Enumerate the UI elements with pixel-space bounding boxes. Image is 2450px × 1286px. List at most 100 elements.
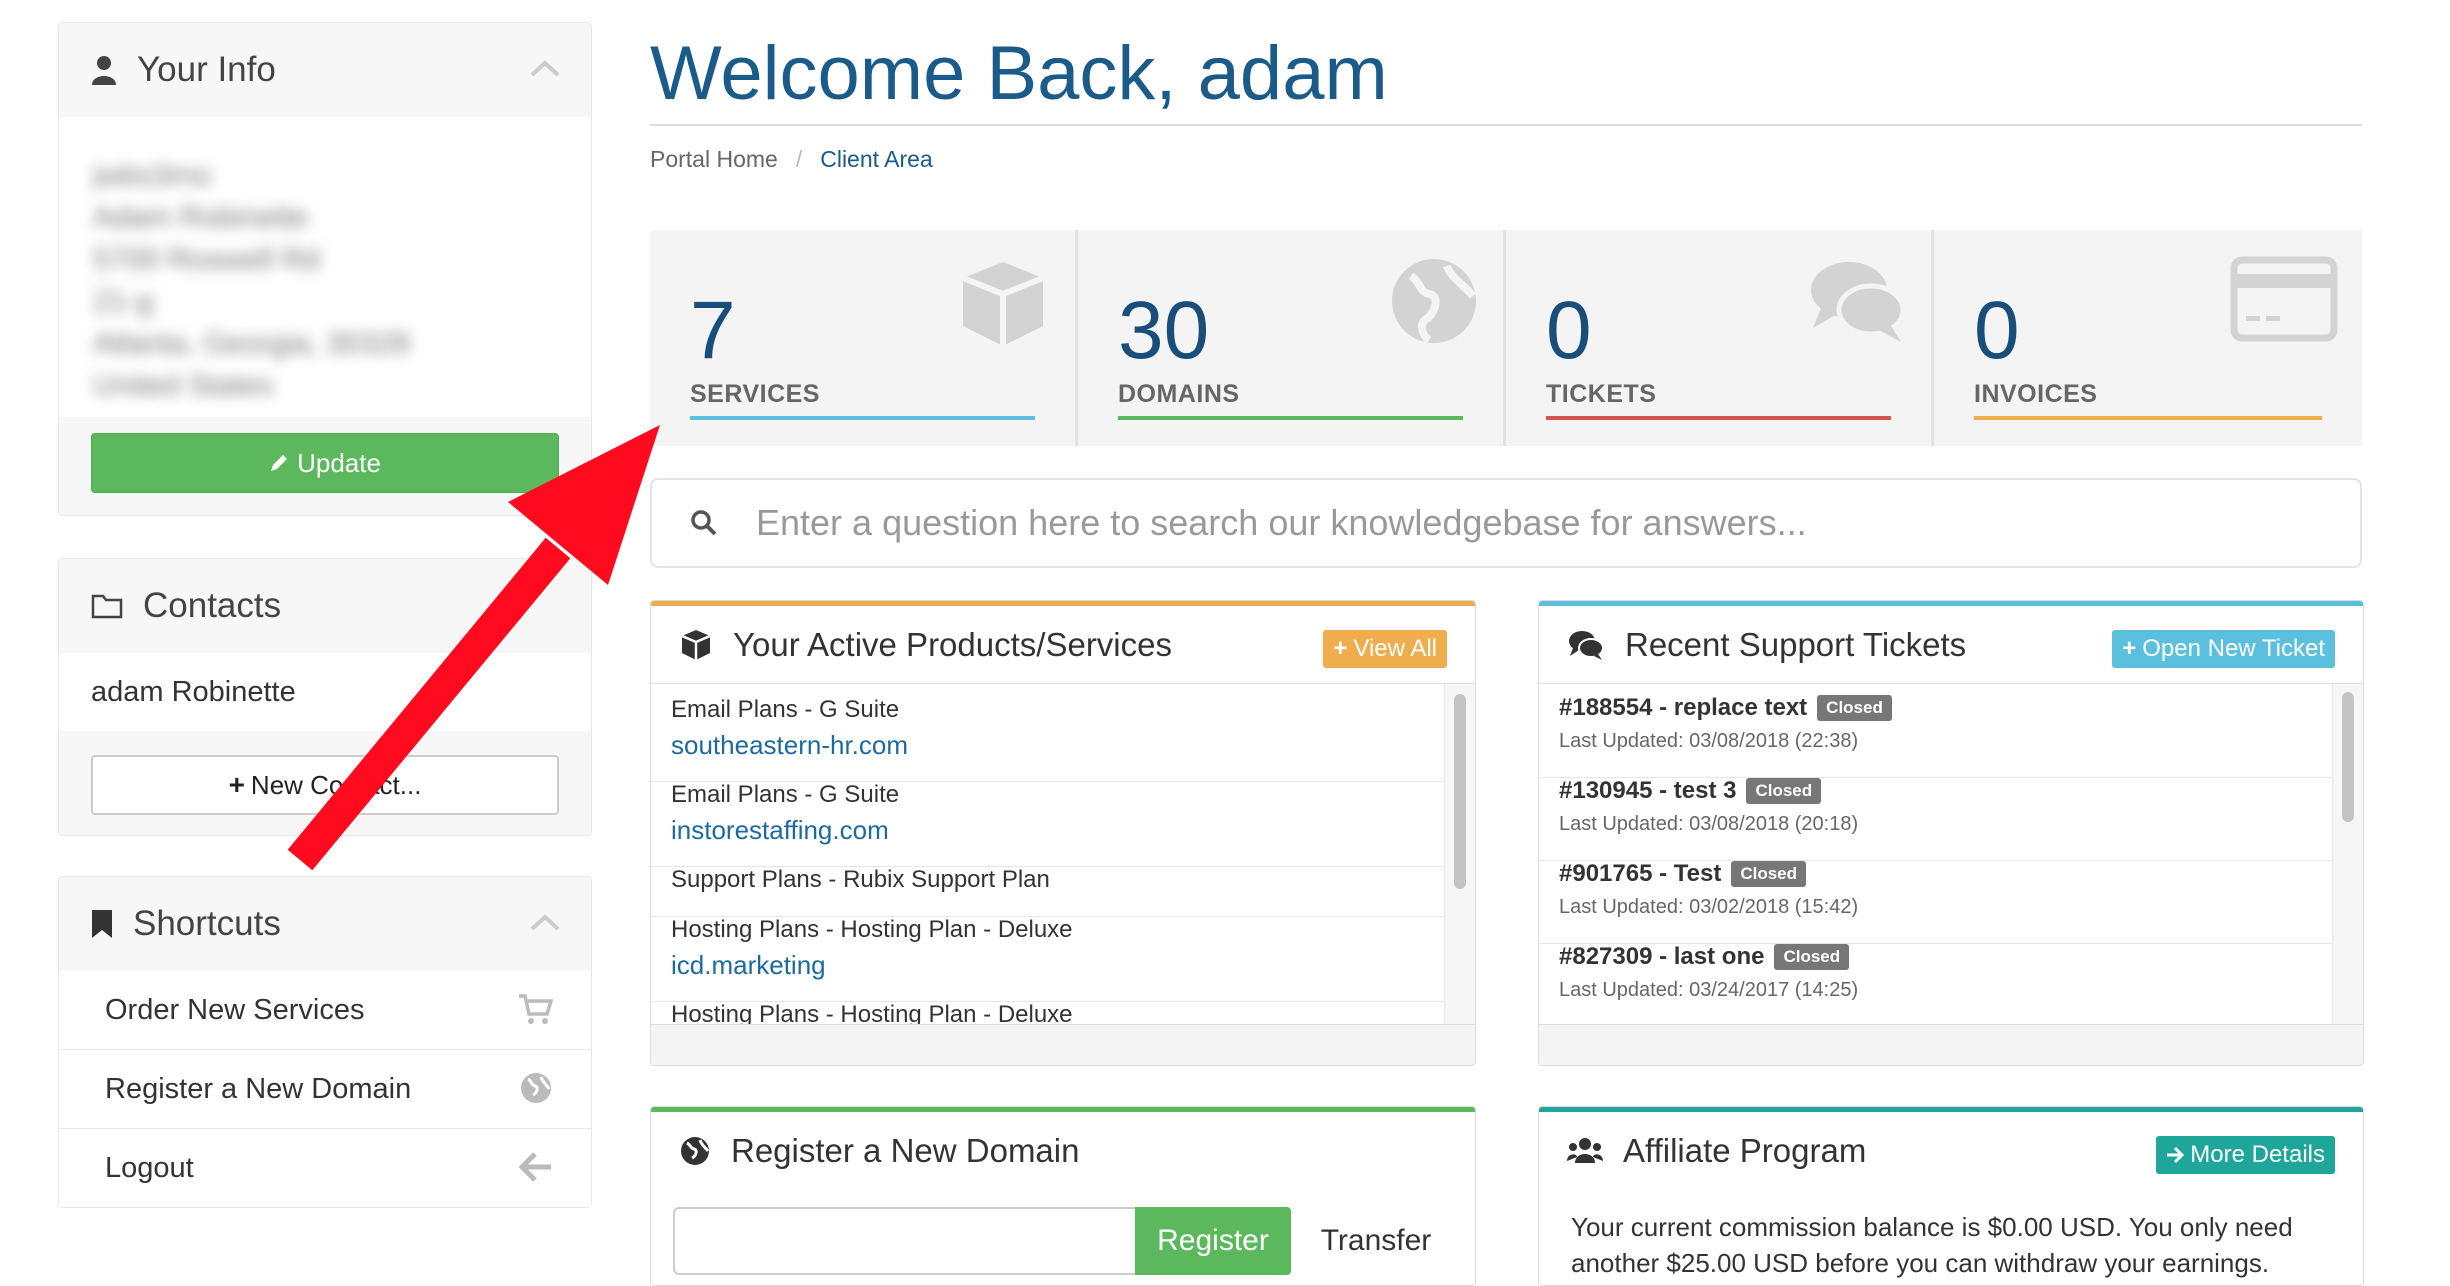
pencil-icon <box>269 453 289 473</box>
contacts-header[interactable]: Contacts <box>59 559 591 653</box>
user-icon <box>91 55 117 85</box>
ticket-title[interactable]: #130945 - test 3 <box>1559 777 1736 805</box>
product-name: Hosting Plans - Hosting Plan - Deluxe <box>671 916 1073 943</box>
shortcut-register-domain[interactable]: Register a New Domain <box>59 1050 591 1129</box>
affiliate-program-card: Affiliate Program More Details Your curr… <box>1538 1106 2364 1286</box>
shortcuts-header[interactable]: Shortcuts <box>59 877 591 971</box>
search-input[interactable]: Enter a question here to search our know… <box>756 502 1807 544</box>
ticket-title[interactable]: #188554 - replace text <box>1559 694 1807 722</box>
cube-icon <box>679 628 713 662</box>
product-domain[interactable]: instorestaffing.com <box>671 815 1445 846</box>
stat-underline <box>690 416 1035 420</box>
update-label: Update <box>297 447 381 478</box>
ticket-row[interactable]: #188554 - replace text Closed Last Update… <box>1539 684 2333 778</box>
globe-icon <box>519 1071 553 1105</box>
your-info-panel: Your Info jwbs3mo Adam Robinette 5700 Ro… <box>58 22 592 516</box>
stat-tile-services[interactable]: 7 SERVICES <box>650 230 1075 446</box>
ticket-updated: Last Updated: 03/08/2018 (20:18) <box>1559 813 1859 835</box>
breadcrumb-current: Client Area <box>820 146 933 172</box>
tickets-scrollbar[interactable] <box>2332 684 2363 1027</box>
bookmark-icon <box>91 909 113 939</box>
product-row[interactable]: Email Plans - G Suite instorestaffing.co… <box>651 769 1445 867</box>
your-info-header[interactable]: Your Info <box>59 23 591 117</box>
view-all-button[interactable]: + View All <box>1323 630 1447 668</box>
view-all-label: View All <box>1353 635 1437 662</box>
ticket-updated: Last Updated: 03/08/2018 (22:38) <box>1559 730 1859 752</box>
more-details-button[interactable]: More Details <box>2156 1136 2335 1174</box>
new-contact-label: New Contact... <box>250 769 422 800</box>
card-footer <box>651 1024 1475 1065</box>
scroll-thumb[interactable] <box>1454 694 1466 889</box>
chevron-up-icon[interactable] <box>529 58 561 78</box>
ticket-title[interactable]: #827309 - last one <box>1559 943 1764 971</box>
plus-icon: + <box>228 769 245 800</box>
stat-underline <box>1118 416 1463 420</box>
ticket-row[interactable]: #827309 - last one Closed Last Updated: 0… <box>1539 933 2333 1027</box>
register-domain-card: Register a New Domain Register Transfer <box>650 1106 1476 1286</box>
register-domain-title: Register a New Domain <box>731 1131 1080 1169</box>
breadcrumb-separator: / <box>795 146 803 172</box>
product-domain[interactable]: icd.marketing <box>671 950 1445 981</box>
shortcut-logout[interactable]: Logout <box>59 1129 591 1207</box>
product-name: Email Plans - G Suite <box>671 696 900 723</box>
comments-icon <box>1567 629 1605 661</box>
stat-label: TICKETS <box>1546 380 1657 408</box>
product-domain[interactable]: southeastern-hr.com <box>671 730 1445 761</box>
info-line: jwbs3mo <box>93 159 212 192</box>
title-divider <box>650 124 2362 126</box>
shortcut-label: Logout <box>105 1151 194 1184</box>
comments-icon <box>1807 256 1907 346</box>
product-name: Support Plans - Rubix Support Plan <box>671 866 1050 893</box>
product-row[interactable]: Email Plans - G Suite southeastern-hr.co… <box>651 684 1445 782</box>
affiliate-title: Affiliate Program <box>1623 1131 1867 1169</box>
info-line: 5700 Roswell Rd <box>93 243 320 276</box>
register-button[interactable]: Register <box>1135 1207 1291 1275</box>
product-name: Email Plans - G Suite <box>671 781 900 808</box>
stat-tile-domains[interactable]: 30 DOMAINS <box>1078 230 1503 446</box>
domain-input[interactable] <box>673 1207 1135 1275</box>
knowledgebase-search[interactable]: Enter a question here to search our know… <box>650 478 2362 568</box>
ticket-row[interactable]: #130945 - test 3 Closed Last Updated: 03/… <box>1539 767 2333 861</box>
info-line: Atlanta, Georgia, 30328 <box>93 327 410 360</box>
card-header: Affiliate Program More Details <box>1539 1112 2363 1189</box>
stat-label: INVOICES <box>1974 380 2098 408</box>
info-line: 21-g <box>93 285 154 318</box>
breadcrumb: Portal Home / Client Area <box>650 146 933 173</box>
shortcut-label: Register a New Domain <box>105 1072 412 1105</box>
more-details-label: More Details <box>2190 1141 2325 1168</box>
stat-value: 30 <box>1118 285 1210 376</box>
shortcut-order-new-services[interactable]: Order New Services <box>59 971 591 1050</box>
new-contact-button[interactable]: + New Contact... <box>91 755 559 815</box>
breadcrumb-home[interactable]: Portal Home <box>650 146 778 173</box>
stat-value: 0 <box>1974 285 2020 376</box>
stat-label: SERVICES <box>690 380 820 408</box>
stat-value: 7 <box>690 285 736 376</box>
transfer-label: Transfer <box>1320 1224 1432 1257</box>
status-badge: Closed <box>1817 695 1892 721</box>
page-title: Welcome Back, adam <box>650 31 1388 116</box>
open-new-ticket-button[interactable]: + Open New Ticket <box>2112 630 2335 668</box>
users-icon <box>1567 1135 1603 1167</box>
cart-icon <box>517 992 553 1026</box>
your-info-title: Your Info <box>137 50 276 89</box>
shortcuts-panel: Shortcuts Order New Services Register a … <box>58 876 592 1208</box>
contact-row[interactable]: adam Robinette <box>59 653 591 731</box>
scroll-thumb[interactable] <box>2342 692 2354 822</box>
stat-tile-invoices[interactable]: 0 INVOICES <box>1934 230 2362 446</box>
stat-tile-tickets[interactable]: 0 TICKETS <box>1506 230 1931 446</box>
card-header: Recent Support Tickets + Open New Ticket <box>1539 606 2363 684</box>
stat-underline <box>1546 416 1891 420</box>
ticket-row[interactable]: #901765 - Test Closed Last Updated: 03/02… <box>1539 850 2333 944</box>
folder-icon <box>91 593 123 619</box>
affiliate-text: Your current commission balance is $0.00… <box>1571 1212 2293 1278</box>
register-label: Register <box>1157 1224 1269 1257</box>
transfer-button[interactable]: Transfer <box>1301 1207 1451 1275</box>
product-row[interactable]: Hosting Plans - Hosting Plan - Deluxe ic… <box>651 904 1445 1002</box>
ticket-title[interactable]: #901765 - Test <box>1559 860 1721 888</box>
update-button[interactable]: Update <box>91 433 559 493</box>
search-icon <box>690 509 718 537</box>
plus-icon: + <box>1333 635 1348 662</box>
stat-underline <box>1974 416 2322 420</box>
products-scrollbar[interactable] <box>1444 684 1475 1027</box>
chevron-up-icon[interactable] <box>529 912 561 932</box>
